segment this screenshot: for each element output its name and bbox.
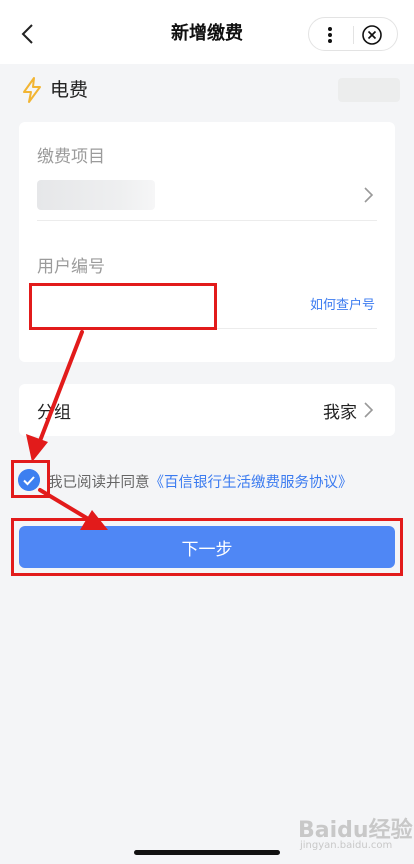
agreement-text: 我已阅读并同意《百信银行生活缴费服务协议》 xyxy=(48,471,353,492)
user-number-input[interactable] xyxy=(37,282,227,322)
how-to-find-account-link[interactable]: 如何查户号 xyxy=(310,294,375,313)
bill-type-name: 电费 xyxy=(50,79,89,101)
agreement-prefix: 我已阅读并同意 xyxy=(48,475,150,491)
chevron-right-icon xyxy=(364,402,374,418)
payment-item-label: 缴费项目 xyxy=(37,147,105,167)
group-label: 分组 xyxy=(37,403,71,423)
lightning-icon xyxy=(23,77,41,103)
blurred-info xyxy=(338,78,400,102)
agreement-row: 我已阅读并同意《百信银行生活缴费服务协议》 xyxy=(18,468,398,494)
more-vertical-icon[interactable] xyxy=(319,24,341,46)
chevron-right-icon[interactable] xyxy=(361,186,375,204)
payment-form-card: 缴费项目 用户编号 如何查户号 xyxy=(19,122,395,362)
close-circle-icon[interactable] xyxy=(361,24,383,46)
arrow-to-button xyxy=(38,488,108,530)
agreement-link[interactable]: 《百信银行生活缴费服务协议》 xyxy=(150,475,353,491)
home-indicator xyxy=(134,850,280,855)
checkbox-checked-icon[interactable] xyxy=(18,469,40,491)
user-number-label: 用户编号 xyxy=(37,257,105,277)
next-step-button[interactable]: 下一步 xyxy=(19,526,395,568)
capsule-divider xyxy=(353,26,354,44)
divider xyxy=(37,220,377,221)
payment-item-value-blurred[interactable] xyxy=(37,180,155,210)
group-value: 我家 xyxy=(323,403,357,423)
top-bar: 新增缴费 xyxy=(0,0,414,64)
mini-program-capsule xyxy=(308,17,398,51)
group-selector[interactable]: 分组 我家 xyxy=(19,384,395,436)
watermark-url: jingyan.baidu.com xyxy=(300,840,393,851)
divider xyxy=(37,328,377,329)
